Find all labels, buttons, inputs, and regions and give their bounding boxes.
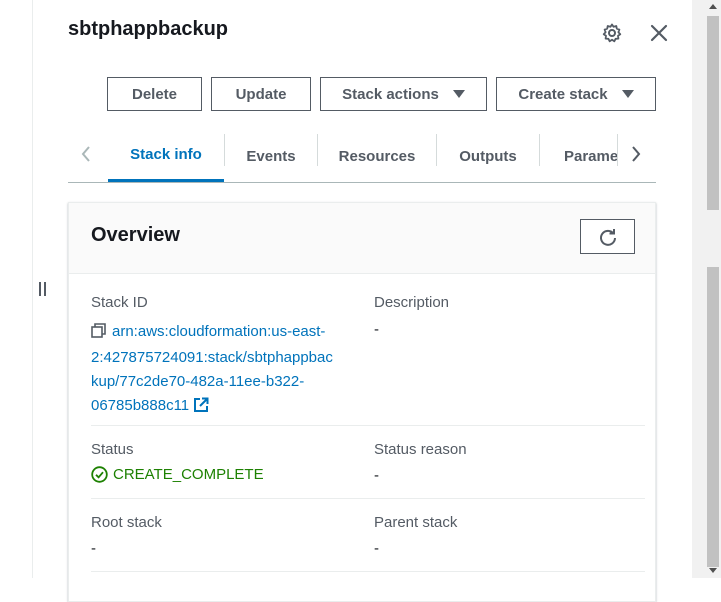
tab-outputs[interactable]: Outputs [437, 130, 539, 182]
stack-id-text: arn:aws:cloudformation:us-east- [112, 323, 326, 340]
delete-button[interactable]: Delete [107, 77, 202, 111]
scroll-down-icon[interactable] [709, 568, 717, 573]
tab-parameters[interactable]: Parameters [540, 130, 617, 182]
root-stack-value: - [91, 540, 96, 557]
scroll-thumb-secondary[interactable] [707, 267, 719, 567]
status-reason-label: Status reason [374, 441, 467, 458]
update-button-label: Update [235, 85, 287, 103]
overview-title: Overview [91, 224, 180, 246]
tab-label: Parameters [564, 147, 617, 165]
description-value: - [374, 321, 379, 338]
tab-scroll-right-icon[interactable] [624, 142, 648, 166]
divider [91, 498, 645, 499]
tab-events[interactable]: Events [225, 130, 317, 182]
parent-stack-label: Parent stack [374, 514, 458, 531]
stack-id-text: kup/77c2de70-482a-11ee-b322- [91, 373, 305, 390]
copy-icon[interactable] [91, 322, 106, 346]
overview-header: Overview [69, 203, 655, 274]
left-gutter [0, 0, 33, 578]
external-link-icon [193, 397, 209, 421]
create-stack-label: Create stack [518, 85, 608, 103]
tab-stack-info[interactable]: Stack info [108, 130, 224, 182]
settings-gear-icon[interactable] [600, 21, 624, 45]
delete-button-label: Delete [131, 85, 178, 103]
stack-actions-label: Stack actions [342, 85, 439, 103]
status-value: CREATE_COMPLETE [91, 466, 264, 483]
tab-separator [617, 134, 618, 166]
stack-id-text: 06785b888c11 [91, 397, 190, 414]
stack-actions-button[interactable]: Stack actions [320, 77, 487, 111]
root-stack-label: Root stack [91, 514, 162, 531]
overview-card: Overview Stack ID arn:aws:cloudformation… [68, 202, 656, 602]
stack-id-text: 2:427875724091:stack/sbtphappbac [91, 349, 333, 366]
status-reason-value: - [374, 467, 379, 484]
description-label: Description [374, 294, 450, 311]
tab-label: Outputs [459, 147, 517, 165]
tab-label: Resources [338, 147, 416, 165]
refresh-button[interactable] [580, 219, 635, 254]
stack-id-label: Stack ID [91, 294, 148, 311]
tab-resources[interactable]: Resources [318, 130, 436, 182]
close-icon[interactable] [647, 21, 671, 45]
resize-handle-icon[interactable] [39, 282, 49, 296]
tab-label: Stack info [130, 146, 202, 163]
status-text: CREATE_COMPLETE [113, 466, 264, 483]
stack-id-link[interactable]: arn:aws:cloudformation:us-east- 2:427875… [91, 320, 351, 421]
tab-bar: Stack info Events Resources Outputs Para… [68, 130, 656, 183]
tab-label: Events [246, 147, 296, 165]
divider [91, 425, 645, 426]
scroll-up-icon[interactable] [709, 4, 717, 9]
divider [91, 571, 645, 572]
caret-down-icon [452, 90, 465, 98]
parent-stack-value: - [374, 540, 379, 557]
create-stack-button[interactable]: Create stack [496, 77, 656, 111]
status-label: Status [91, 441, 134, 458]
caret-down-icon [621, 90, 634, 98]
scroll-thumb[interactable] [707, 16, 719, 210]
update-button[interactable]: Update [211, 77, 311, 111]
scrollbar[interactable] [692, 0, 721, 578]
tab-scroll-left-icon[interactable] [74, 142, 98, 166]
refresh-icon [599, 228, 616, 246]
panel-title: sbtphappbackup [68, 18, 229, 40]
success-check-icon [91, 466, 108, 483]
